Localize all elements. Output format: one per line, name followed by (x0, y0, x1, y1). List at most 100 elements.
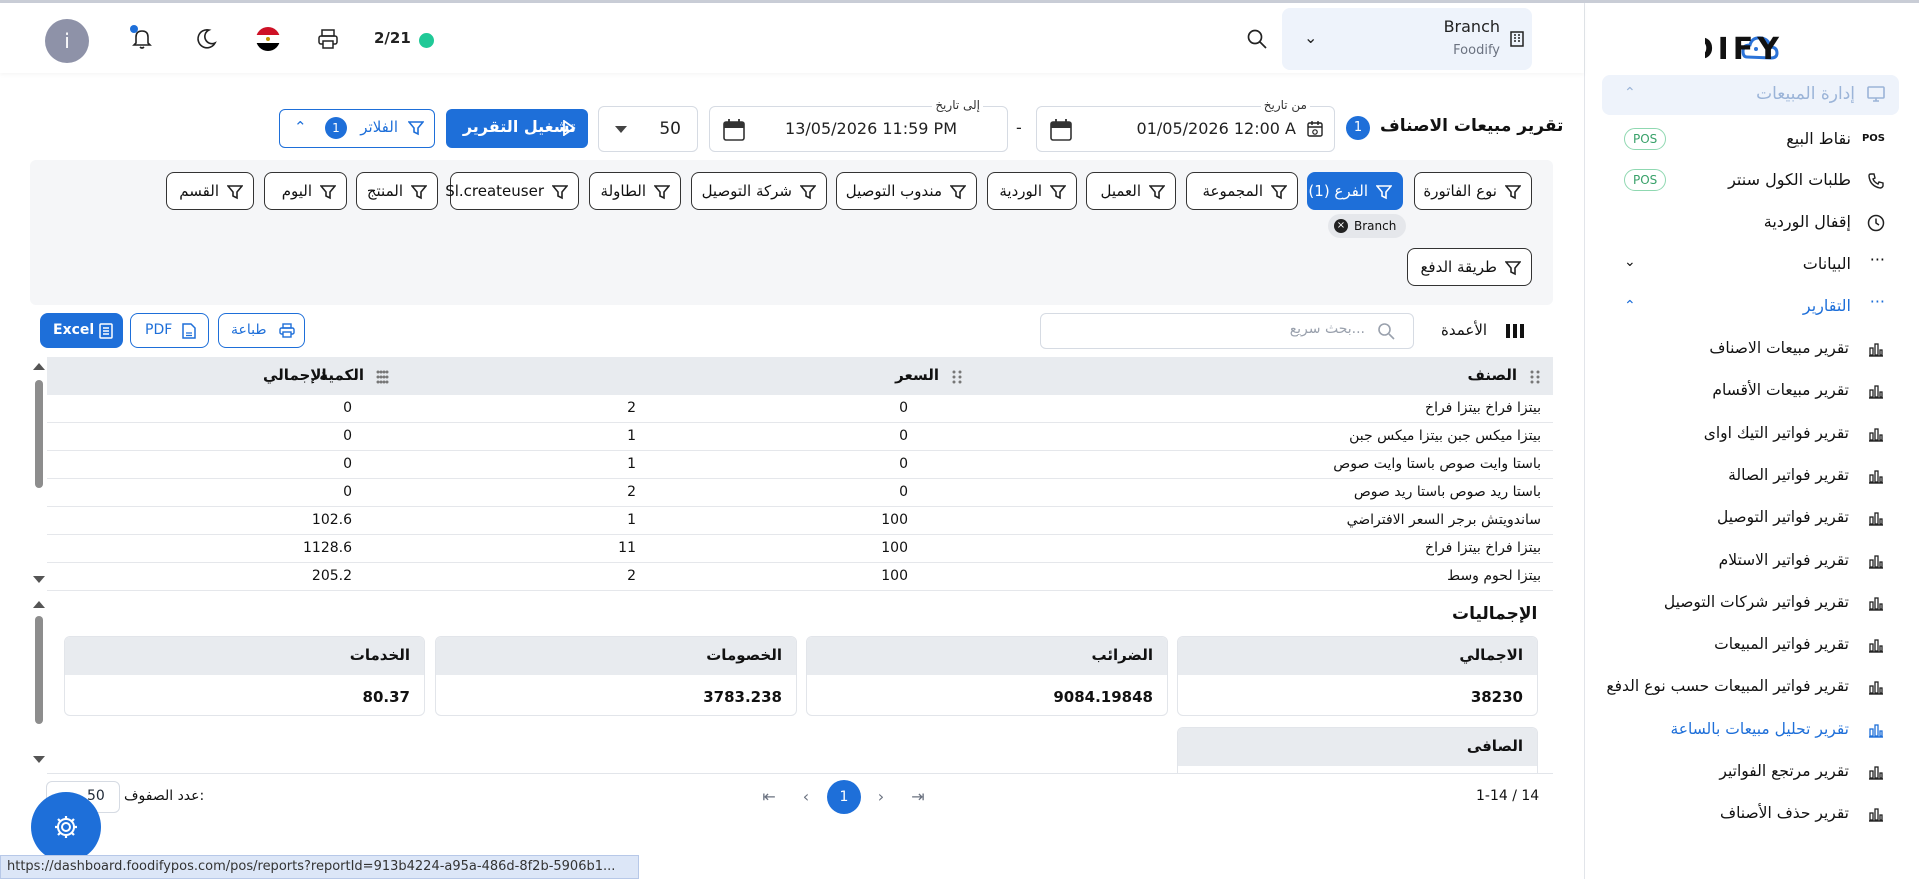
printer-icon[interactable] (316, 27, 342, 53)
to-date-field[interactable]: إلى تاريخ 13/05/2026 11:59 PM (709, 98, 1008, 152)
filter-chip[interactable]: العميل (1086, 172, 1176, 210)
table-row[interactable]: بيتزا لحوم وسط 100 2 205.2 (47, 563, 1553, 591)
sidebar-report-item[interactable]: تقرير مبيعات الاصناف (1585, 332, 1899, 366)
filter-chip[interactable]: الطاولة (589, 172, 681, 210)
session-counter: 2/21 (374, 29, 411, 47)
branch-selector[interactable]: Branch Foodify ⌄ (1282, 8, 1532, 70)
run-report-label: تشغيل التقرير (462, 117, 576, 136)
services-card-value: 80.37 (362, 688, 410, 706)
filters-count-badge: 1 (325, 117, 347, 139)
branch-filter-tag[interactable]: × Branch (1328, 214, 1407, 238)
bar-chart-icon (1867, 425, 1885, 443)
run-report-button[interactable]: تشغيل التقرير (446, 109, 588, 148)
drag-handle-icon[interactable] (1529, 369, 1541, 384)
sidebar-item-call-center[interactable]: طلبات الكول سنتر POS (1599, 164, 1899, 198)
quick-search-field[interactable] (1040, 313, 1414, 349)
chevron-up-icon: ⌃ (294, 118, 307, 136)
filter-chip[interactable]: شركة التوصيل (691, 172, 827, 210)
table-row[interactable]: بيتزا ميكس جبن بيتزا ميكس جبن 0 1 0 (47, 423, 1553, 451)
sidebar-report-item[interactable]: تقرير فواتير التوصيل (1585, 501, 1899, 535)
sidebar-report-item[interactable]: تقرير فواتير التيك اواى (1585, 417, 1899, 451)
sidebar-report-item[interactable]: تقرير فواتير المبيعات حسب نوع الدفع (1585, 670, 1899, 704)
top-header: i 2/21 Branch Foodify ⌄ (0, 3, 1584, 73)
totals-scrollbar[interactable] (30, 598, 48, 768)
filter-chip[interactable]: اليوم (264, 172, 347, 210)
calendar-icon[interactable] (1049, 118, 1073, 146)
sidebar-report-label: تقرير مبيعات الأقسام (1712, 381, 1849, 400)
column-header-item[interactable]: الصنف (1467, 366, 1517, 384)
sidebar-report-item[interactable]: تقرير فواتير المبيعات (1585, 628, 1899, 662)
rows-per-page-label: عدد الصفوف: (124, 788, 205, 804)
last-page-icon[interactable]: ⇥ (901, 780, 935, 814)
table-cell: 0 (899, 456, 908, 472)
previous-page-icon[interactable]: ‹ (789, 780, 823, 814)
print-button[interactable]: طباعة (218, 313, 305, 348)
pos-icon: POS (1861, 133, 1885, 144)
total-card-value: 38230 (1470, 688, 1523, 706)
filter-chip[interactable]: نوع الفاتورة (1414, 172, 1532, 210)
sales-management-section[interactable]: إدارة المبيعات ⌃ (1602, 75, 1899, 115)
report-title: تقرير مبيعات الاصناف (1380, 116, 1564, 136)
filter-chip[interactable]: المجموعة (1186, 172, 1298, 210)
bar-chart-icon (1867, 678, 1885, 696)
table-scrollbar[interactable] (30, 358, 48, 588)
close-icon[interactable]: × (1334, 219, 1348, 233)
scroll-thumb[interactable] (35, 380, 43, 488)
filter-chip[interactable]: المنتج (356, 172, 438, 210)
columns-label[interactable]: الأعمدة (1441, 321, 1487, 339)
drag-handle-icon[interactable] (375, 369, 387, 384)
sidebar-report-item[interactable]: تقرير فواتير الصالة (1585, 459, 1899, 493)
filter-chip[interactable]: طريقة الدفع (1407, 248, 1532, 286)
section-title: إدارة المبيعات (1756, 84, 1855, 104)
scroll-up-arrow[interactable] (33, 363, 45, 370)
column-header-total[interactable]: الإجمالي (263, 366, 327, 384)
table-row[interactable]: ساندويتش برجر السعر الافتراضي 100 1 102.6 (47, 507, 1553, 535)
sidebar-report-item[interactable]: تقرير مرتجع الفواتير (1585, 755, 1899, 789)
user-avatar[interactable]: i (45, 19, 89, 63)
calendar-icon[interactable] (722, 118, 746, 146)
export-excel-button[interactable]: Excel (40, 313, 123, 348)
drag-handle-icon[interactable] (951, 369, 963, 384)
current-page-button[interactable]: 1 (827, 780, 861, 814)
first-page-icon[interactable]: ⇤ (752, 780, 786, 814)
filter-chip[interactable]: مندوب التوصيل (836, 172, 977, 210)
table-row[interactable]: بيتزا فراخ بيتزا فراخ 100 11 1128.6 (47, 535, 1553, 563)
sidebar-report-item[interactable]: تقرير تحليل مبيعات بالساعة (1585, 713, 1899, 747)
filter-chip[interactable]: الفرع (1) (1307, 172, 1403, 210)
sidebar-report-item[interactable]: تقرير فواتير الاستلام (1585, 544, 1899, 578)
export-pdf-button[interactable]: PDF (130, 313, 209, 348)
settings-fab-button[interactable] (31, 792, 101, 862)
from-date-field[interactable]: من تاريخ 01/05/2026 12:00 A (1036, 98, 1335, 152)
divider (47, 773, 1553, 774)
filter-chip[interactable]: الوردية (987, 172, 1077, 210)
scroll-thumb[interactable] (35, 616, 43, 724)
next-page-icon[interactable]: › (864, 780, 898, 814)
column-header-price[interactable]: السعر (895, 366, 939, 384)
page-size-select[interactable]: 50 (598, 106, 698, 152)
search-icon[interactable] (1246, 28, 1272, 54)
filter-chip[interactable]: القسم (166, 172, 254, 210)
filter-chip-label: الطاولة (600, 182, 646, 200)
columns-icon[interactable] (1506, 323, 1524, 343)
scroll-down-arrow[interactable] (33, 756, 45, 763)
table-row[interactable]: بيتزا فراخ بيتزا فراخ 0 2 0 (47, 395, 1553, 423)
sidebar-item-shift-close[interactable]: إقفال الوردية (1599, 206, 1899, 240)
foodify-logo[interactable]: F DIFY (1681, 29, 1875, 67)
bar-chart-icon (1867, 552, 1885, 570)
quick-search-input[interactable] (1065, 321, 1365, 337)
table-row[interactable]: باستا وايت صوص باستا وايت صوص 0 1 0 (47, 451, 1553, 479)
table-row[interactable]: باستا ريد صوص باستا ريد صوص 0 2 0 (47, 479, 1553, 507)
filters-toggle-button[interactable]: الفلاتر 1 ⌃ (279, 109, 435, 148)
sidebar-item-pos[interactable]: POS نقاط البيع POS (1599, 123, 1899, 157)
egypt-flag-icon[interactable] (255, 26, 281, 52)
notification-bell-icon[interactable] (129, 25, 155, 51)
scroll-up-arrow[interactable] (33, 601, 45, 608)
sidebar-item-data[interactable]: ··· البيانات ⌄ (1599, 248, 1899, 282)
sidebar-report-item[interactable]: تقرير حذف الأصناف (1585, 797, 1899, 831)
sidebar-report-item[interactable]: تقرير فواتير شركات التوصيل (1585, 586, 1899, 620)
scroll-down-arrow[interactable] (33, 576, 45, 583)
dark-mode-moon-icon[interactable] (194, 27, 220, 53)
filter-chip[interactable]: Sl.createuser (445, 172, 579, 210)
sidebar-report-item[interactable]: تقرير مبيعات الأقسام (1585, 374, 1899, 408)
sidebar-item-reports[interactable]: ··· التقارير ⌃ (1599, 290, 1899, 324)
